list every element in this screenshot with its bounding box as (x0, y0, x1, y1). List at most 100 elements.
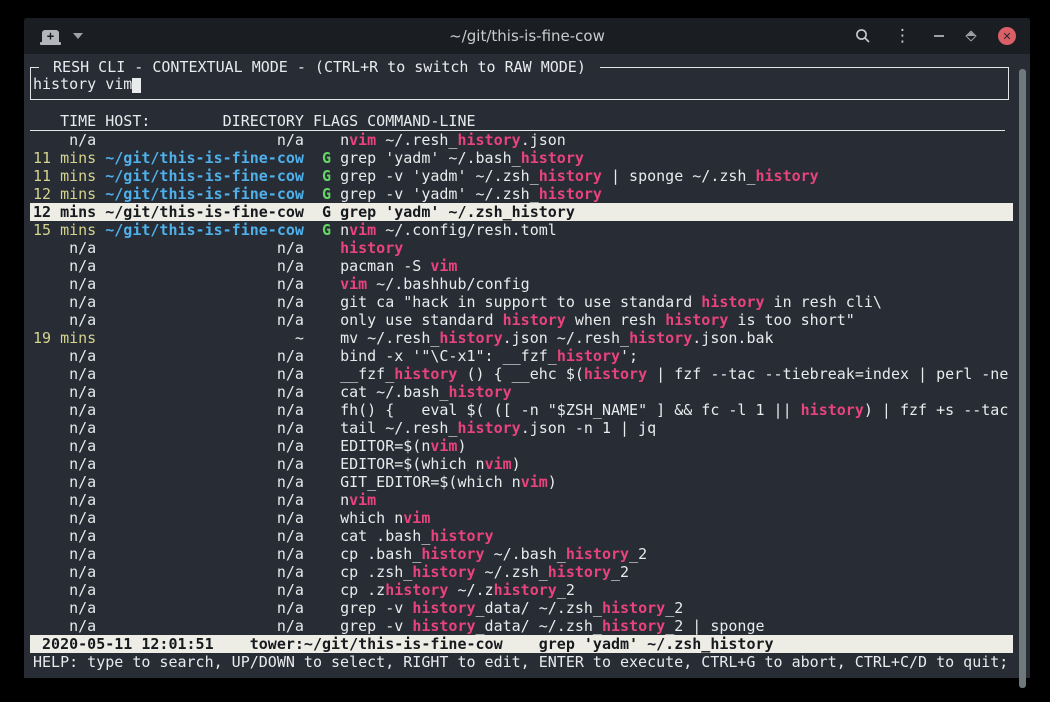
table-row[interactable]: 19 mins ~ mv ~/.resh_history.json ~/.res… (24, 329, 1030, 347)
cmd-match: history (539, 167, 602, 185)
row-directory: n/a (105, 599, 304, 617)
cmd-match: history (412, 563, 475, 581)
cmd-match: vim (485, 455, 512, 473)
table-row[interactable]: n/a n/a fh() { eval $( ([ -n "$ZSH_NAME"… (24, 401, 1030, 419)
cmd-text: _2 | sponge (665, 617, 764, 635)
cmd-match: history (521, 149, 584, 167)
row-flag (322, 563, 331, 581)
row-directory: n/a (105, 311, 304, 329)
cmd-match: history (548, 563, 611, 581)
table-row[interactable]: 15 mins ~/git/this-is-fine-cow G nvim ~/… (24, 221, 1030, 239)
row-directory: n/a (105, 473, 304, 491)
row-time: n/a (33, 617, 96, 635)
row-time: n/a (33, 563, 96, 581)
table-row[interactable]: n/a n/a GIT_EDITOR=$(which nvim) (24, 473, 1030, 491)
row-directory: ~/git/this-is-fine-cow (105, 221, 304, 239)
table-row[interactable]: 11 mins ~/git/this-is-fine-cow G grep 'y… (24, 149, 1030, 167)
cmd-text: GIT_EDITOR=$(which n (340, 473, 521, 491)
new-tab-icon[interactable]: + (42, 30, 59, 43)
cmd-match: history (557, 347, 620, 365)
row-flag (322, 491, 331, 509)
cmd-text: bind -x '"\C-x1": __fzf_ (340, 347, 557, 365)
row-directory: ~ (105, 329, 304, 347)
row-flag (322, 455, 331, 473)
row-directory: n/a (105, 455, 304, 473)
titlebar: ~/git/this-is-fine-cow + ⋮ ✕ (24, 18, 1030, 54)
cmd-match: vim (349, 131, 376, 149)
search-query: history vim (33, 75, 132, 93)
cmd-text: grep -v (340, 599, 412, 617)
maximize-button[interactable] (965, 30, 976, 41)
cmd-text: n (340, 491, 349, 509)
table-row[interactable]: 12 mins ~/git/this-is-fine-cow G grep 'y… (30, 203, 1013, 221)
table-row[interactable]: n/a n/a cp .bash_history ~/.bash_history… (24, 545, 1030, 563)
row-directory: n/a (105, 527, 304, 545)
table-row[interactable]: n/a n/a cp .zsh_history ~/.zsh_history_2 (24, 563, 1030, 581)
row-directory: ~/git/this-is-fine-cow (105, 203, 304, 221)
cmd-text: pacman -S (340, 257, 430, 275)
cmd-text: _2 (557, 581, 575, 599)
row-flag: G (322, 221, 331, 239)
cmd-match: history (340, 239, 403, 257)
cmd-text: ~/.bash_ (485, 545, 566, 563)
row-flag: G (322, 149, 331, 167)
cmd-text: ~/.z (448, 581, 493, 599)
row-flag (322, 311, 331, 329)
table-row[interactable]: n/a n/a grep -v history_data/ ~/.zsh_his… (24, 599, 1030, 617)
table-row[interactable]: n/a n/a cat ~/.bash_history (24, 383, 1030, 401)
row-time: 19 mins (33, 329, 96, 347)
row-directory: n/a (105, 293, 304, 311)
row-flag (322, 365, 331, 383)
table-row[interactable]: n/a n/a tail ~/.resh_history.json -n 1 |… (24, 419, 1030, 437)
cmd-match: vim (349, 491, 376, 509)
cmd-text: n (340, 221, 349, 239)
row-time: n/a (33, 599, 96, 617)
row-time: n/a (33, 275, 96, 293)
table-row[interactable]: n/a n/a git ca "hack in support to use s… (24, 293, 1030, 311)
row-time: n/a (33, 257, 96, 275)
table-row[interactable]: n/a n/a pacman -S vim (24, 257, 1030, 275)
scrollbar[interactable] (1019, 69, 1026, 688)
table-row[interactable]: n/a n/a cp .zhistory ~/.zhistory_2 (24, 581, 1030, 599)
row-flag: G (322, 203, 331, 221)
cmd-text: ~/.zsh_ (476, 563, 548, 581)
minimize-button[interactable] (934, 35, 944, 37)
row-flag (322, 473, 331, 491)
table-row[interactable]: n/a n/a EDITOR=$(nvim) (24, 437, 1030, 455)
table-row[interactable]: n/a n/a only use standard history when r… (24, 311, 1030, 329)
table-row[interactable]: n/a n/a which nvim (24, 509, 1030, 527)
cmd-text: cp .bash_ (340, 545, 421, 563)
table-row[interactable]: n/a n/a cat .bash_history (24, 527, 1030, 545)
row-flag (322, 131, 331, 149)
table-row[interactable]: n/a n/a vim ~/.bashhub/config (24, 275, 1030, 293)
menu-kebab-icon[interactable]: ⋮ (894, 28, 911, 45)
table-row[interactable]: 12 mins ~/git/this-is-fine-cow G grep -v… (24, 185, 1030, 203)
row-time: 12 mins (33, 203, 96, 221)
cmd-match: history (439, 329, 502, 347)
row-directory: n/a (105, 437, 304, 455)
search-icon[interactable] (855, 28, 871, 44)
table-row[interactable]: n/a n/a history (24, 239, 1030, 257)
row-flag (322, 275, 331, 293)
table-row[interactable]: n/a n/a EDITOR=$(which nvim) (24, 455, 1030, 473)
row-time: 11 mins (33, 149, 96, 167)
help-line: HELP: type to search, UP/DOWN to select,… (24, 653, 1030, 671)
table-row[interactable]: n/a n/a nvim ~/.resh_history.json (24, 131, 1030, 149)
table-row[interactable]: n/a n/a nvim (24, 491, 1030, 509)
status-command: grep 'yadm' ~/.zsh_history (539, 635, 774, 653)
close-button[interactable]: ✕ (998, 27, 1016, 45)
row-time: n/a (33, 437, 96, 455)
table-row[interactable]: n/a n/a bind -x '"\C-x1": __fzf_history'… (24, 347, 1030, 365)
cmd-text: ~/.resh_ (376, 131, 457, 149)
cmd-match: history (584, 365, 647, 383)
cmd-text: n (340, 131, 349, 149)
cmd-match: history (701, 293, 764, 311)
history-rows: n/a n/a nvim ~/.resh_history.json11 mins… (24, 131, 1030, 635)
row-directory: ~/git/this-is-fine-cow (105, 185, 304, 203)
row-directory: n/a (105, 383, 304, 401)
table-row[interactable]: n/a n/a __fzf_history () { __ehc $(histo… (24, 365, 1030, 383)
cmd-text: | fzf --tac --tiebreak=index | perl -ne (647, 365, 1008, 383)
table-row[interactable]: n/a n/a grep -v history_data/ ~/.zsh_his… (24, 617, 1030, 635)
table-row[interactable]: 11 mins ~/git/this-is-fine-cow G grep -v… (24, 167, 1030, 185)
chevron-down-icon[interactable] (73, 33, 83, 39)
